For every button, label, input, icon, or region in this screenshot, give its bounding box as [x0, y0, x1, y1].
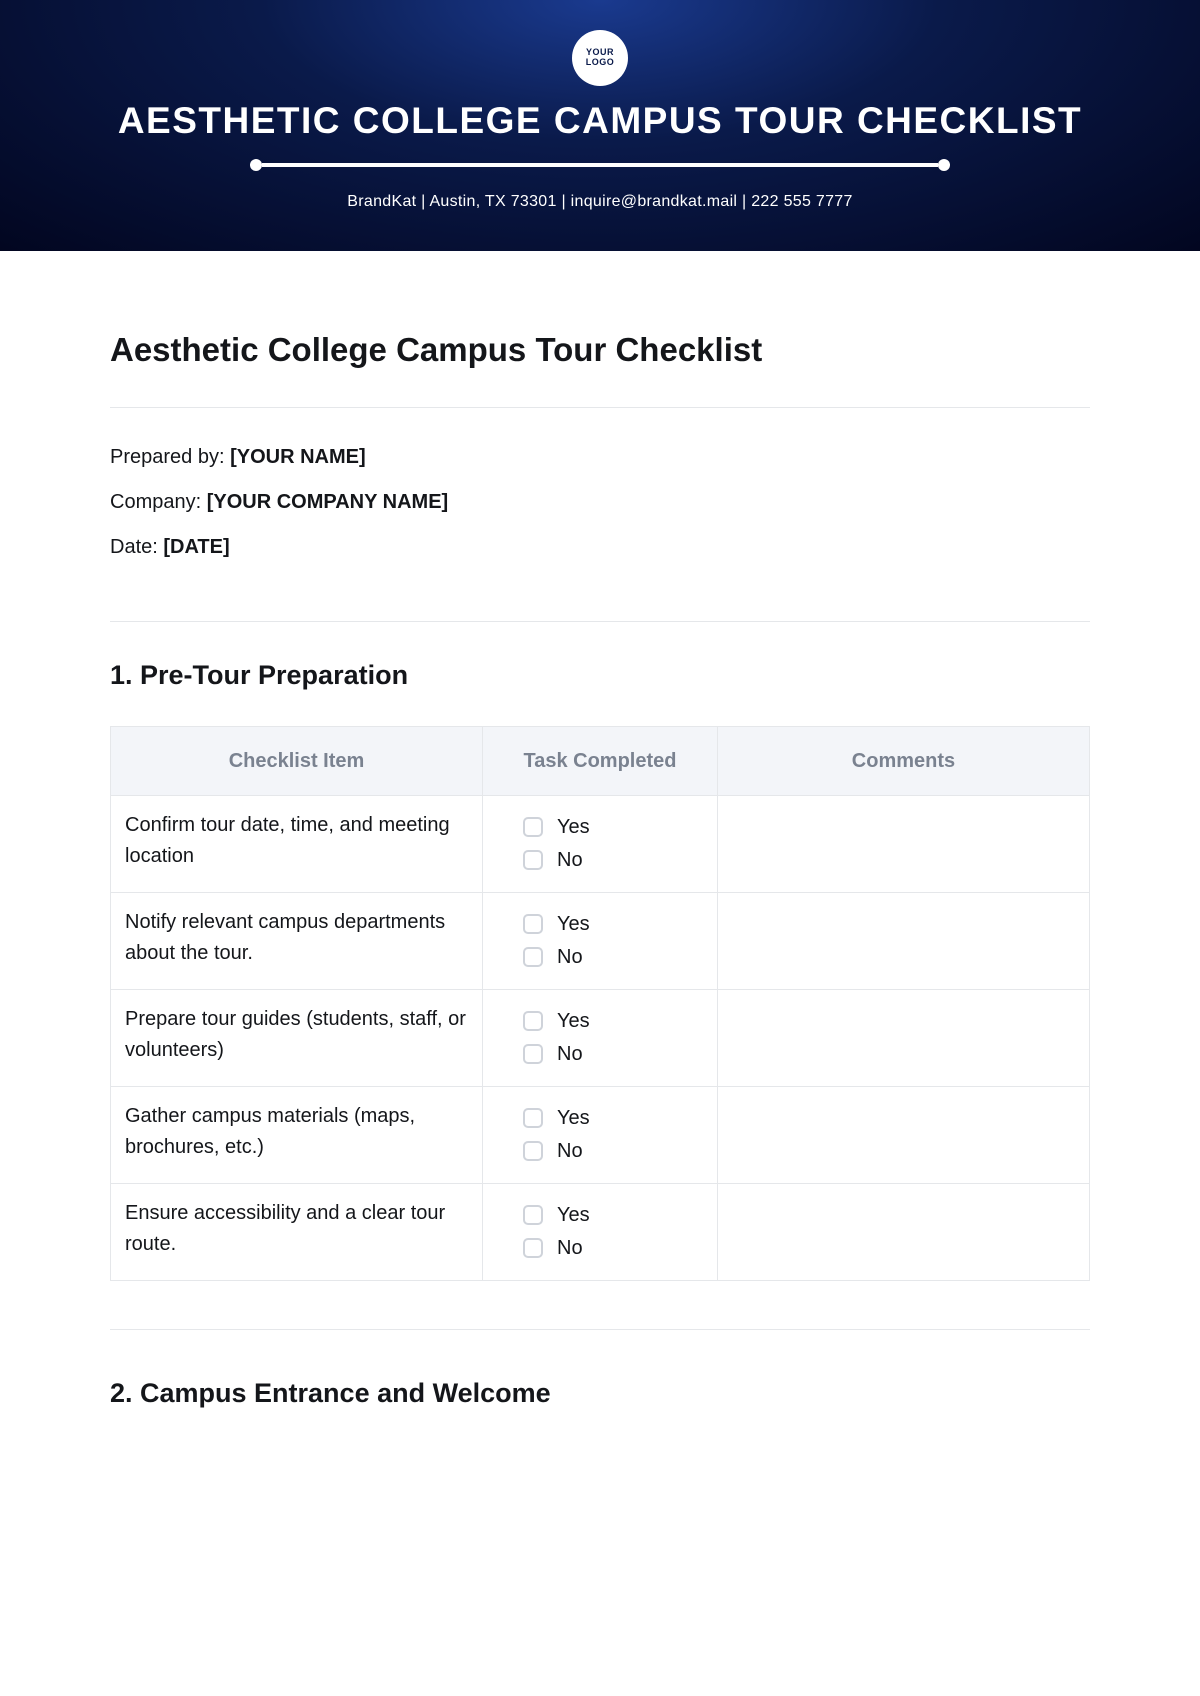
divider-dot-right — [938, 159, 950, 171]
option-yes[interactable]: Yes — [523, 812, 703, 843]
option-no-label: No — [557, 1136, 583, 1167]
checkbox-icon[interactable] — [523, 1011, 543, 1031]
comments-cell[interactable] — [717, 1086, 1089, 1183]
checkbox-icon[interactable] — [523, 1044, 543, 1064]
checkbox-icon[interactable] — [523, 1238, 543, 1258]
comments-cell[interactable] — [717, 795, 1089, 892]
field-date: Date: [DATE] — [110, 536, 1090, 559]
table-row: Ensure accessibility and a clear tour ro… — [111, 1183, 1090, 1280]
date-value: [DATE] — [163, 536, 229, 558]
section-1-title: 1. Pre-Tour Preparation — [110, 660, 1090, 691]
table-row: Confirm tour date, time, and meeting loc… — [111, 795, 1090, 892]
col-header-task: Task Completed — [483, 726, 718, 795]
comments-cell[interactable] — [717, 989, 1089, 1086]
table-row: Notify relevant campus departments about… — [111, 892, 1090, 989]
divider — [110, 621, 1090, 622]
option-no-label: No — [557, 1233, 583, 1264]
col-header-comments: Comments — [717, 726, 1089, 795]
checkbox-icon[interactable] — [523, 1108, 543, 1128]
date-label: Date: — [110, 536, 163, 558]
option-no[interactable]: No — [523, 1039, 703, 1070]
option-yes-label: Yes — [557, 1006, 590, 1037]
option-yes[interactable]: Yes — [523, 1103, 703, 1134]
option-yes-label: Yes — [557, 1103, 590, 1134]
divider-line — [262, 163, 938, 167]
divider — [110, 1329, 1090, 1330]
checkbox-icon[interactable] — [523, 817, 543, 837]
checklist-item-text: Notify relevant campus departments about… — [111, 892, 483, 989]
section-2-title: 2. Campus Entrance and Welcome — [110, 1378, 1090, 1409]
option-no-label: No — [557, 942, 583, 973]
comments-cell[interactable] — [717, 1183, 1089, 1280]
option-no[interactable]: No — [523, 1136, 703, 1167]
prepared-by-label: Prepared by: — [110, 446, 230, 468]
checkbox-icon[interactable] — [523, 1141, 543, 1161]
task-completed-cell: YesNo — [483, 795, 718, 892]
table-row: Prepare tour guides (students, staff, or… — [111, 989, 1090, 1086]
prepared-by-value: [YOUR NAME] — [230, 446, 366, 468]
document-title: Aesthetic College Campus Tour Checklist — [110, 331, 1090, 369]
checklist-item-text: Confirm tour date, time, and meeting loc… — [111, 795, 483, 892]
checkbox-icon[interactable] — [523, 850, 543, 870]
checkbox-icon[interactable] — [523, 914, 543, 934]
checklist-table-1: Checklist Item Task Completed Comments C… — [110, 726, 1090, 1281]
field-company: Company: [YOUR COMPANY NAME] — [110, 491, 1090, 514]
option-yes[interactable]: Yes — [523, 1200, 703, 1231]
company-value: [YOUR COMPANY NAME] — [207, 491, 448, 513]
logo-placeholder: YOURLOGO — [572, 30, 628, 86]
col-header-item: Checklist Item — [111, 726, 483, 795]
document-header: YOURLOGO AESTHETIC COLLEGE CAMPUS TOUR C… — [0, 0, 1200, 251]
option-no[interactable]: No — [523, 1233, 703, 1264]
option-no-label: No — [557, 845, 583, 876]
option-yes-label: Yes — [557, 1200, 590, 1231]
divider — [110, 407, 1090, 408]
header-divider — [250, 159, 950, 171]
checkbox-icon[interactable] — [523, 1205, 543, 1225]
option-yes-label: Yes — [557, 812, 590, 843]
header-contact: BrandKat | Austin, TX 73301 | inquire@br… — [40, 193, 1160, 211]
company-label: Company: — [110, 491, 207, 513]
option-yes[interactable]: Yes — [523, 1006, 703, 1037]
divider-dot-left — [250, 159, 262, 171]
checkbox-icon[interactable] — [523, 947, 543, 967]
option-yes[interactable]: Yes — [523, 909, 703, 940]
task-completed-cell: YesNo — [483, 892, 718, 989]
task-completed-cell: YesNo — [483, 1086, 718, 1183]
document-body: Aesthetic College Campus Tour Checklist … — [0, 251, 1200, 1504]
comments-cell[interactable] — [717, 892, 1089, 989]
option-no[interactable]: No — [523, 845, 703, 876]
table-row: Gather campus materials (maps, brochures… — [111, 1086, 1090, 1183]
option-no[interactable]: No — [523, 942, 703, 973]
checklist-item-text: Gather campus materials (maps, brochures… — [111, 1086, 483, 1183]
task-completed-cell: YesNo — [483, 989, 718, 1086]
field-prepared-by: Prepared by: [YOUR NAME] — [110, 446, 1090, 469]
option-no-label: No — [557, 1039, 583, 1070]
header-title: AESTHETIC COLLEGE CAMPUS TOUR CHECKLIST — [40, 100, 1160, 143]
checklist-item-text: Ensure accessibility and a clear tour ro… — [111, 1183, 483, 1280]
option-yes-label: Yes — [557, 909, 590, 940]
task-completed-cell: YesNo — [483, 1183, 718, 1280]
checklist-item-text: Prepare tour guides (students, staff, or… — [111, 989, 483, 1086]
